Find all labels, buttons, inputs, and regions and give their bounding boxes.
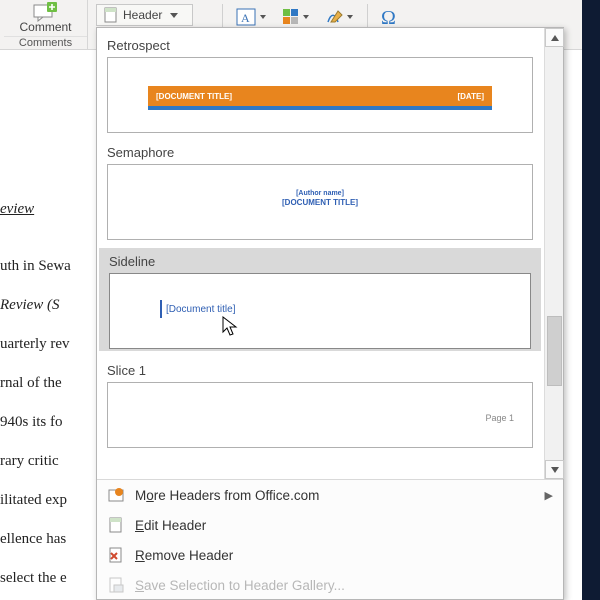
gallery-scrollbar[interactable]: [544, 28, 563, 479]
header-button-label: Header: [123, 8, 162, 22]
gallery-preview: [Document title]: [109, 273, 531, 349]
gallery-item-semaphore[interactable]: Semaphore [Author name] [DOCUMENT TITLE]: [105, 141, 535, 240]
mouse-cursor-icon: [222, 316, 240, 338]
caret-down-icon: [260, 15, 266, 19]
gallery-item-label: Slice 1: [105, 359, 535, 382]
comments-group: Comment Comments: [4, 0, 88, 50]
gallery-item-label: Sideline: [101, 250, 539, 273]
header-gallery-dropdown: Retrospect [DOCUMENT TITLE] [DATE] Semap…: [96, 27, 564, 600]
quickparts-icon: [281, 7, 301, 27]
save-gallery-icon: [107, 576, 125, 594]
caret-down-icon: [303, 15, 309, 19]
gallery-preview: [DOCUMENT TITLE] [DATE]: [107, 57, 533, 133]
textbox-icon: A: [236, 7, 258, 27]
gallery-item-label: Semaphore: [105, 141, 535, 164]
gallery-preview: Page 1: [107, 382, 533, 448]
caret-down-icon: [347, 15, 353, 19]
svg-text:A: A: [241, 11, 250, 25]
gallery-item-retrospect[interactable]: Retrospect [DOCUMENT TITLE] [DATE]: [105, 34, 535, 133]
caret-down-icon: [170, 13, 178, 18]
menu-more-headers[interactable]: More Headers from Office.com ▶: [97, 480, 563, 510]
gallery-item-slice1[interactable]: Slice 1 Page 1: [105, 359, 535, 448]
comment-button-label: Comment: [4, 20, 87, 34]
omega-icon: Ω: [379, 6, 403, 28]
menu-remove-header[interactable]: Remove Header: [97, 540, 563, 570]
scroll-down-button[interactable]: [545, 460, 564, 479]
gallery-footer-menu: More Headers from Office.com ▶ Edit Head…: [97, 479, 563, 599]
scroll-up-button[interactable]: [545, 28, 564, 47]
header-dropdown-button[interactable]: Header: [96, 4, 193, 26]
menu-save-selection: Save Selection to Header Gallery...: [97, 570, 563, 600]
comment-icon: [32, 2, 60, 22]
header-page-icon: [103, 7, 119, 23]
document-body: eview uth in Sewa Review (S uarterly rev…: [0, 190, 96, 598]
edit-header-icon: [107, 516, 125, 534]
gallery-item-label: Retrospect: [105, 34, 535, 57]
doc-heading: eview: [0, 190, 96, 229]
menu-edit-header[interactable]: Edit Header: [97, 510, 563, 540]
office-icon: [107, 486, 125, 504]
new-comment-button[interactable]: Comment: [4, 2, 87, 34]
chevron-right-icon: ▶: [545, 489, 553, 502]
gallery-scroll-area: Retrospect [DOCUMENT TITLE] [DATE] Semap…: [97, 28, 543, 479]
signature-icon: [325, 7, 345, 27]
scroll-thumb[interactable]: [547, 316, 562, 386]
comments-group-label: Comments: [4, 36, 87, 49]
svg-text:Ω: Ω: [381, 7, 396, 28]
arrow-up-icon: [551, 35, 559, 41]
remove-header-icon: [107, 546, 125, 564]
arrow-down-icon: [551, 467, 559, 473]
gallery-preview: [Author name] [DOCUMENT TITLE]: [107, 164, 533, 240]
gallery-item-sideline[interactable]: Sideline [Document title]: [99, 248, 541, 351]
